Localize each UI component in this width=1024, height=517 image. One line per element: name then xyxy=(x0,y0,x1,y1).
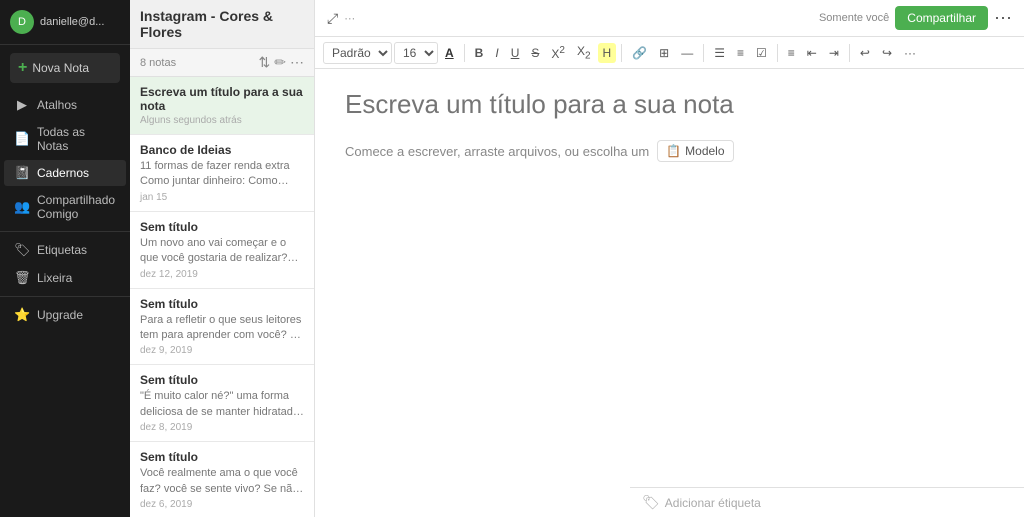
italic-button[interactable]: I xyxy=(490,43,503,63)
indent-right-button[interactable]: ⇥ xyxy=(824,43,844,63)
expand-label: ⋯ xyxy=(344,12,355,25)
note-item-3[interactable]: Sem título Para a refletir o que seus le… xyxy=(130,289,314,366)
more-toolbar-button[interactable]: ··· xyxy=(899,43,921,63)
model-button[interactable]: 📋 Modelo xyxy=(657,140,733,162)
underline-button[interactable]: U xyxy=(506,43,525,63)
font-color-button[interactable]: A xyxy=(440,43,459,63)
toolbar-sep-3 xyxy=(703,44,704,62)
model-icon: 📋 xyxy=(666,144,681,158)
account-header[interactable]: D danielle@d... xyxy=(0,0,130,45)
sidebar-item-compartilhado[interactable]: 👥 Compartilhado Comigo xyxy=(4,188,126,226)
font-size-select[interactable]: 16 xyxy=(394,42,438,64)
link-button[interactable]: 🔗 xyxy=(627,43,652,63)
sidebar-item-etiquetas[interactable]: 🏷 Etiquetas xyxy=(4,237,126,263)
share-button[interactable]: Compartilhar xyxy=(895,6,988,30)
sidebar-item-cadernos[interactable]: 📓 Cadernos xyxy=(4,160,126,186)
indent-left-button[interactable]: ⇤ xyxy=(802,43,822,63)
font-style-select[interactable]: Padrão xyxy=(323,42,392,64)
editor-area: ⤢ ⋯ Somente você Compartilhar ⋯ Padrão 1… xyxy=(315,0,1024,517)
editor-body: Comece a escrever, arraste arquivos, ou … xyxy=(315,130,1024,172)
editor-controls: Somente você Compartilhar ⋯ xyxy=(819,6,1012,30)
add-tag-label: Adicionar étiqueta xyxy=(665,496,761,510)
note-list-meta: 8 notas ⇅ ✏ ⋯ xyxy=(130,49,314,77)
sidebar-item-upgrade[interactable]: ⭐ Upgrade xyxy=(4,302,126,328)
sort-icon[interactable]: ⇅ xyxy=(259,54,271,71)
sidebar-item-atalhos[interactable]: ▶ Atalhos xyxy=(4,92,126,118)
note-list: Instagram - Cores & Flores 8 notas ⇅ ✏ ⋯… xyxy=(130,0,315,517)
note-title-input[interactable] xyxy=(345,89,994,120)
toolbar-sep-5 xyxy=(849,44,850,62)
note-list-header: Instagram - Cores & Flores xyxy=(130,0,314,49)
ordered-list-button[interactable]: ≡ xyxy=(732,43,749,63)
rule-button[interactable]: — xyxy=(676,43,698,63)
sidebar-item-todas-as-notas[interactable]: 📄 Todas as Notas xyxy=(4,120,126,158)
more-options-icon[interactable]: ⋯ xyxy=(290,54,304,71)
bullet-list-button[interactable]: ☰ xyxy=(709,43,730,63)
editor-header: ⤢ ⋯ Somente você Compartilhar ⋯ xyxy=(315,0,1024,37)
note-item-5[interactable]: Sem título Você realmente ama o que você… xyxy=(130,442,314,517)
note-list-actions: ⇅ ✏ ⋯ xyxy=(259,54,304,71)
subscript-button[interactable]: X2 xyxy=(572,41,596,64)
note-items: Escreva um título para a sua nota Alguns… xyxy=(130,77,314,517)
toolbar-sep-1 xyxy=(464,44,465,62)
strikethrough-button[interactable]: S xyxy=(526,43,544,63)
plus-icon: + xyxy=(18,59,27,77)
toolbar-sep-4 xyxy=(777,44,778,62)
checklist-button[interactable]: ☑ xyxy=(751,43,772,63)
table-button[interactable]: ⊞ xyxy=(654,43,674,63)
note-item-1[interactable]: Banco de Ideias 11 formas de fazer renda… xyxy=(130,135,314,212)
editor-title-area xyxy=(315,69,1024,130)
sidebar-divider-2 xyxy=(0,296,130,297)
bold-button[interactable]: B xyxy=(470,43,489,63)
note-item-4[interactable]: Sem título "É muito calor né?" uma forma… xyxy=(130,365,314,442)
only-you-label: Somente você xyxy=(819,12,889,24)
avatar: D xyxy=(10,10,34,34)
body-placeholder-text: Comece a escrever, arraste arquivos, ou … xyxy=(345,144,649,159)
align-button[interactable]: ≡ xyxy=(783,43,800,63)
upgrade-icon: ⭐ xyxy=(14,307,30,323)
sidebar: D danielle@d... + Nova Nota ▶ Atalhos 📄 … xyxy=(0,0,130,517)
editor-footer: 🏷 Adicionar étiqueta xyxy=(630,487,1024,517)
notes-icon: 📄 xyxy=(14,131,30,147)
add-tag-area[interactable]: 🏷 Adicionar étiqueta xyxy=(642,494,761,511)
toolbar-sep-2 xyxy=(621,44,622,62)
shared-icon: 👥 xyxy=(14,199,30,215)
tag-icon: 🏷 xyxy=(642,494,660,511)
editor-toolbar: Padrão 16 A B I U S X2 X2 H 🔗 ⊞ — ☰ ≡ ☑ … xyxy=(315,37,1024,69)
notebooks-icon: 📓 xyxy=(14,165,30,181)
sidebar-divider xyxy=(0,231,130,232)
tags-icon: 🏷 xyxy=(14,242,30,258)
highlight-button[interactable]: H xyxy=(598,43,617,63)
redo-button[interactable]: ↪ xyxy=(877,43,897,63)
chevron-right-icon: ▶ xyxy=(14,97,30,113)
note-item-2[interactable]: Sem título Um novo ano vai começar e o q… xyxy=(130,212,314,289)
notebook-title: Instagram - Cores & Flores xyxy=(140,8,304,40)
sidebar-item-lixeira[interactable]: 🗑 Lixeira xyxy=(4,265,126,291)
note-count: 8 notas xyxy=(140,57,176,69)
more-button[interactable]: ⋯ xyxy=(994,8,1012,29)
expand-button[interactable]: ⤢ xyxy=(327,10,338,27)
superscript-button[interactable]: X2 xyxy=(546,42,570,64)
trash-icon: 🗑 xyxy=(14,270,30,286)
undo-button[interactable]: ↩ xyxy=(855,43,875,63)
account-email: danielle@d... xyxy=(40,16,104,28)
note-item-0[interactable]: Escreva um título para a sua nota Alguns… xyxy=(130,77,314,135)
new-note-button[interactable]: + Nova Nota xyxy=(10,53,120,83)
add-note-icon[interactable]: ✏ xyxy=(274,54,286,71)
